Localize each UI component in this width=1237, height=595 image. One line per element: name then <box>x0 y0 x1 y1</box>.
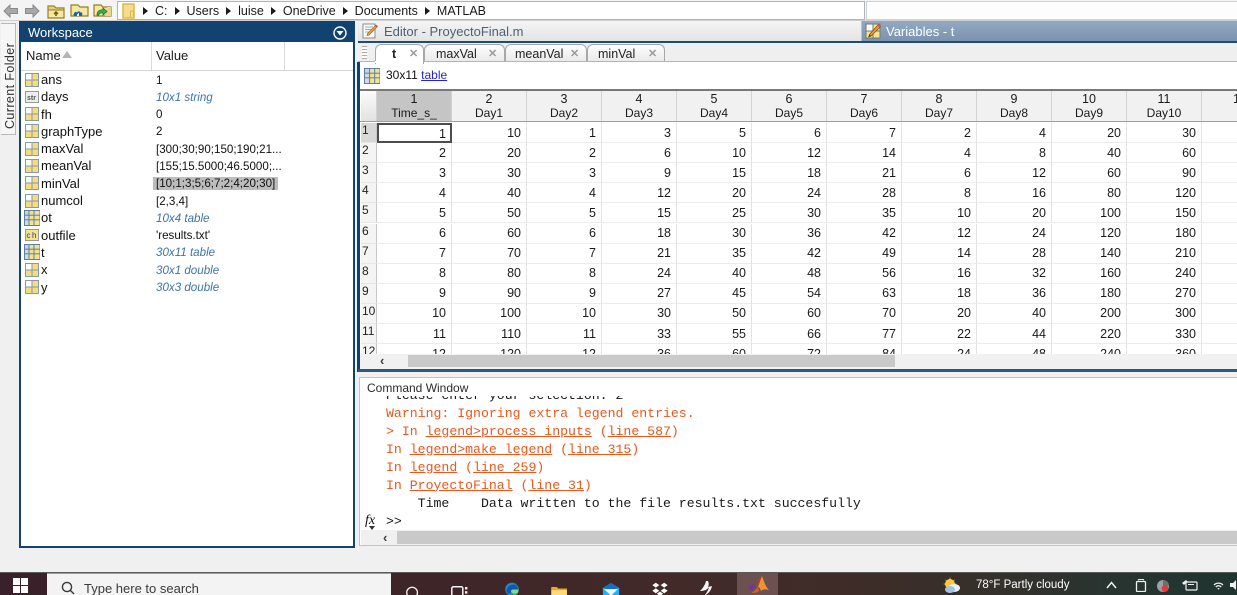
svg-text:str: str <box>27 95 36 102</box>
svg-text:c: c <box>27 231 31 240</box>
svg-text:h: h <box>32 231 36 240</box>
